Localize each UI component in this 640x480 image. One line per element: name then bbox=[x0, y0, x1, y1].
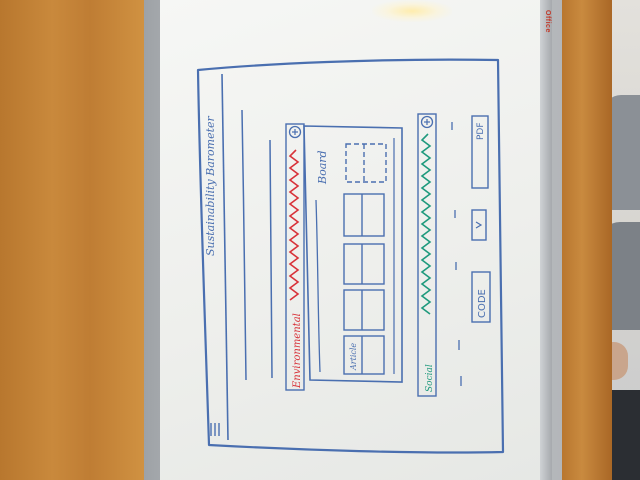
play-icon bbox=[475, 221, 483, 229]
board-text-line bbox=[315, 199, 321, 373]
social-label: Social bbox=[425, 364, 435, 392]
environmental-add-icon bbox=[288, 125, 302, 139]
hamburger-icon bbox=[210, 423, 220, 436]
article-card bbox=[343, 243, 385, 285]
social-add-icon bbox=[420, 115, 434, 129]
board-label: Board bbox=[316, 150, 329, 185]
article-card bbox=[343, 193, 385, 237]
sidebar-line-2 bbox=[269, 139, 273, 379]
article-label: Article bbox=[349, 343, 358, 371]
header-divider bbox=[221, 73, 229, 441]
environmental-scribble bbox=[288, 149, 300, 301]
article-card bbox=[343, 289, 385, 331]
article-card-placeholder bbox=[345, 143, 387, 183]
right-column-dashes bbox=[451, 122, 462, 386]
wireframe-sketch: Sustainability Barometer Environmental B… bbox=[196, 58, 505, 454]
pdf-button-label: PDF bbox=[476, 122, 486, 140]
app-title: Sustainability Barometer bbox=[204, 115, 217, 256]
code-button-label: CODE bbox=[477, 289, 488, 318]
social-scribble bbox=[420, 133, 432, 315]
environmental-label: Environmental bbox=[292, 313, 303, 389]
sidebar-line-1 bbox=[241, 109, 247, 381]
play-button bbox=[471, 209, 487, 241]
